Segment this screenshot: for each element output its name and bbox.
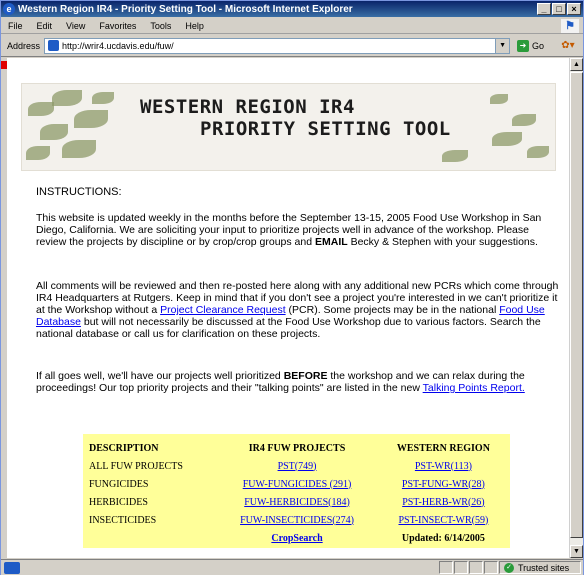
- scroll-thumb[interactable]: [570, 72, 583, 538]
- western-region-link[interactable]: PST-WR(113): [415, 461, 472, 472]
- status-bar: ✓ Trusted sites: [1, 559, 583, 575]
- header-banner: WESTERN REGION IR4 PRIORITY SETTING TOOL: [21, 83, 556, 171]
- western-region-link[interactable]: PST-INSECT-WR(59): [398, 515, 488, 526]
- close-button[interactable]: ×: [567, 3, 581, 15]
- status-panel: [454, 561, 468, 574]
- status-panel: [484, 561, 498, 574]
- row-description: ALL FUW PROJECTS: [89, 460, 183, 472]
- banner-title-line1: WESTERN REGION IR4: [140, 96, 355, 118]
- leaf-decoration: [512, 114, 536, 126]
- windows-logo-icon: ⚑: [561, 19, 579, 33]
- page-icon: [48, 40, 60, 51]
- crop-search-link[interactable]: CropSearch: [271, 533, 322, 544]
- address-bar: Address http://wrir4.ucdavis.edu/fuw/ ▼ …: [1, 35, 583, 57]
- leaf-decoration: [62, 140, 96, 158]
- row-description: HERBICIDES: [89, 496, 148, 508]
- priorities-text-a: If all goes well, we'll have our project…: [36, 370, 284, 382]
- leaf-decoration: [527, 146, 549, 158]
- minimize-button[interactable]: _: [537, 3, 551, 15]
- page-viewport: WESTERN REGION IR4 PRIORITY SETTING TOOL…: [7, 58, 569, 558]
- header-description: DESCRIPTION: [89, 442, 159, 454]
- row-description: INSECTICIDES: [89, 514, 157, 526]
- before-emphasis: BEFORE: [283, 370, 328, 382]
- talking-points-report-link[interactable]: Talking Points Report.: [423, 382, 525, 394]
- western-region-link[interactable]: PST-HERB-WR(26): [402, 497, 484, 508]
- maximize-button[interactable]: □: [552, 3, 566, 15]
- header-fuw-projects: IR4 FUW PROJECTS: [248, 442, 346, 454]
- leaf-decoration: [490, 94, 508, 104]
- menu-tools[interactable]: Tools: [143, 21, 178, 31]
- leaf-decoration: [492, 132, 522, 146]
- western-region-link[interactable]: PST-FUNG-WR(28): [402, 479, 485, 490]
- ie-logo-icon: e: [3, 3, 15, 15]
- window-controls: _ □ ×: [537, 3, 581, 15]
- leaf-decoration: [74, 110, 108, 128]
- table-header-row: DESCRIPTION IR4 FUW PROJECTS WESTERN REG…: [83, 439, 510, 457]
- leaf-decoration: [442, 150, 468, 162]
- table-row: ALL FUW PROJECTS PST(749) PST-WR(113): [83, 457, 510, 475]
- links-icon[interactable]: ✿▾: [557, 39, 579, 53]
- row-description: FUNGICIDES: [89, 478, 149, 490]
- intro-text-b: Becky & Stephen with your suggestions.: [347, 236, 538, 248]
- table-row: FUNGICIDES FUW-FUNGICIDES (291) PST-FUNG…: [83, 475, 510, 493]
- updated-date: Updated: 6/14/2005: [401, 532, 485, 544]
- leaf-decoration: [92, 92, 114, 104]
- go-arrow-icon: ➜: [517, 39, 530, 52]
- table-footer-row: CropSearch Updated: 6/14/2005: [83, 529, 510, 547]
- menu-file[interactable]: File: [1, 21, 30, 31]
- chevron-down-icon[interactable]: ▼: [495, 38, 510, 53]
- go-label: Go: [532, 40, 545, 51]
- menu-view[interactable]: View: [59, 21, 92, 31]
- comments-text-b: (PCR). Some projects may be in the natio…: [285, 304, 500, 316]
- status-panels: ✓ Trusted sites: [439, 561, 583, 574]
- fuw-projects-link[interactable]: FUW-INSECTICIDES(274): [240, 515, 354, 526]
- fuw-projects-link[interactable]: PST(749): [278, 461, 317, 472]
- address-url[interactable]: http://wrir4.ucdavis.edu/fuw/: [62, 41, 495, 51]
- fuw-projects-link[interactable]: FUW-HERBICIDES(184): [244, 497, 350, 508]
- status-panel: [439, 561, 453, 574]
- address-label: Address: [7, 40, 41, 51]
- table-row: HERBICIDES FUW-HERBICIDES(184) PST-HERB-…: [83, 493, 510, 511]
- banner-title-line2: PRIORITY SETTING TOOL: [200, 118, 451, 140]
- paragraph-priorities: If all goes well, we'll have our project…: [36, 370, 561, 394]
- paragraph-comments: All comments will be reviewed and then r…: [36, 280, 561, 340]
- leaf-decoration: [26, 146, 50, 160]
- zone-label: Trusted sites: [518, 562, 570, 573]
- window-title: Western Region IR4 - Priority Setting To…: [18, 3, 353, 15]
- security-zone[interactable]: ✓ Trusted sites: [499, 561, 581, 574]
- menu-edit[interactable]: Edit: [30, 21, 60, 31]
- page-status-icon: [4, 561, 20, 574]
- menu-help[interactable]: Help: [178, 21, 211, 31]
- trusted-sites-icon: ✓: [504, 562, 514, 573]
- scroll-up-icon[interactable]: ▲: [570, 58, 583, 71]
- project-clearance-request-link[interactable]: Project Clearance Request: [160, 304, 285, 316]
- browser-window: e Western Region IR4 - Priority Setting …: [0, 0, 584, 575]
- go-button[interactable]: ➜ Go: [514, 38, 547, 54]
- comments-text-c: but will not necessarily be discussed at…: [36, 316, 541, 340]
- address-input[interactable]: http://wrir4.ucdavis.edu/fuw/ ▼: [44, 37, 511, 54]
- fuw-projects-link[interactable]: FUW-FUNGICIDES (291): [243, 479, 352, 490]
- projects-table: DESCRIPTION IR4 FUW PROJECTS WESTERN REG…: [83, 434, 510, 548]
- email-emphasis: EMAIL: [314, 236, 348, 248]
- menu-favorites[interactable]: Favorites: [92, 21, 143, 31]
- instructions-heading: INSTRUCTIONS:: [36, 186, 122, 198]
- header-western-region: WESTERN REGION: [396, 442, 490, 454]
- table-row: INSECTICIDES FUW-INSECTICIDES(274) PST-I…: [83, 511, 510, 529]
- leaf-decoration: [28, 102, 54, 116]
- title-bar[interactable]: e Western Region IR4 - Priority Setting …: [1, 1, 583, 17]
- menu-bar: File Edit View Favorites Tools Help ⚑: [1, 18, 583, 34]
- leaf-decoration: [40, 124, 68, 140]
- scroll-down-icon[interactable]: ▼: [570, 545, 583, 558]
- vertical-scrollbar[interactable]: ▲ ▼: [569, 58, 583, 558]
- leaf-decoration: [52, 90, 82, 106]
- paragraph-intro: This website is updated weekly in the mo…: [36, 212, 561, 248]
- status-panel: [469, 561, 483, 574]
